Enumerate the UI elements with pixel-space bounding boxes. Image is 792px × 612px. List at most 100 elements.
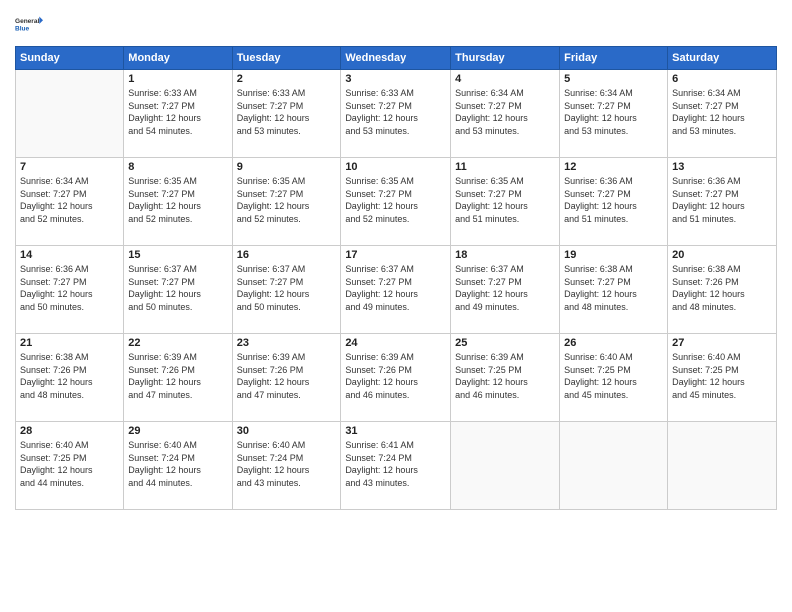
calendar-cell: 8 Sunrise: 6:35 AM Sunset: 7:27 PM Daylig… — [124, 158, 232, 246]
day-info: Sunrise: 6:38 AM Sunset: 7:27 PM Dayligh… — [564, 263, 663, 313]
day-number: 23 — [237, 337, 337, 349]
weekday-header: Thursday — [451, 47, 560, 70]
calendar-week-row: 28Sunrise: 6:40 AM Sunset: 7:25 PM Dayli… — [16, 422, 777, 510]
calendar-cell: 24Sunrise: 6:39 AM Sunset: 7:26 PM Dayli… — [341, 334, 451, 422]
calendar-cell: 2 Sunrise: 6:33 AM Sunset: 7:27 PM Daylig… — [232, 70, 341, 158]
day-info: Sunrise: 6:39 AM Sunset: 7:26 PM Dayligh… — [237, 351, 337, 401]
calendar-cell: 18 Sunrise: 6:37 AM Sunset: 7:27 PM Dayli… — [451, 246, 560, 334]
day-number: 28 — [20, 425, 119, 437]
day-info: Sunrise: 6:36 AM Sunset: 7:27 PM Dayligh… — [672, 175, 772, 225]
day-number: 2 — [237, 73, 337, 85]
day-number: 9 — [237, 161, 337, 173]
calendar-cell: 10 Sunrise: 6:35 AM Sunset: 7:27 PM Dayli… — [341, 158, 451, 246]
calendar-cell: 12 Sunrise: 6:36 AM Sunset: 7:27 PM Dayli… — [560, 158, 668, 246]
day-info: Sunrise: 6:34 AM Sunset: 7:27 PM Dayligh… — [672, 87, 772, 137]
calendar-cell: 23 Sunrise: 6:39 AM Sunset: 7:26 PM Dayli… — [232, 334, 341, 422]
day-info: Sunrise: 6:33 AM Sunset: 7:27 PM Dayligh… — [237, 87, 337, 137]
day-info: Sunrise: 6:35 AM Sunset: 7:27 PM Dayligh… — [345, 175, 446, 225]
day-info: Sunrise: 6:36 AM Sunset: 7:27 PM Dayligh… — [20, 263, 119, 313]
day-number: 19 — [564, 249, 663, 261]
calendar-cell: 28Sunrise: 6:40 AM Sunset: 7:25 PM Dayli… — [16, 422, 124, 510]
weekday-header: Monday — [124, 47, 232, 70]
weekday-header: Sunday — [16, 47, 124, 70]
day-number: 30 — [237, 425, 337, 437]
calendar-cell: 25 Sunrise: 6:39 AM Sunset: 7:25 PM Dayli… — [451, 334, 560, 422]
day-info: Sunrise: 6:39 AM Sunset: 7:26 PM Dayligh… — [345, 351, 446, 401]
day-number: 27 — [672, 337, 772, 349]
day-number: 13 — [672, 161, 772, 173]
svg-text:General: General — [15, 18, 39, 25]
day-number: 21 — [20, 337, 119, 349]
day-number: 17 — [345, 249, 446, 261]
calendar-table: SundayMondayTuesdayWednesdayThursdayFrid… — [15, 46, 777, 510]
logo-icon: GeneralBlue — [15, 10, 43, 38]
day-info: Sunrise: 6:40 AM Sunset: 7:25 PM Dayligh… — [672, 351, 772, 401]
day-number: 31 — [345, 425, 446, 437]
calendar-cell — [451, 422, 560, 510]
calendar-cell: 20Sunrise: 6:38 AM Sunset: 7:26 PM Dayli… — [668, 246, 777, 334]
calendar-week-row: 7 Sunrise: 6:34 AM Sunset: 7:27 PM Daylig… — [16, 158, 777, 246]
day-info: Sunrise: 6:34 AM Sunset: 7:27 PM Dayligh… — [455, 87, 555, 137]
day-info: Sunrise: 6:41 AM Sunset: 7:24 PM Dayligh… — [345, 439, 446, 489]
day-info: Sunrise: 6:39 AM Sunset: 7:25 PM Dayligh… — [455, 351, 555, 401]
day-info: Sunrise: 6:37 AM Sunset: 7:27 PM Dayligh… — [345, 263, 446, 313]
calendar-cell: 13 Sunrise: 6:36 AM Sunset: 7:27 PM Dayli… — [668, 158, 777, 246]
day-number: 14 — [20, 249, 119, 261]
logo: GeneralBlue — [15, 10, 43, 38]
day-info: Sunrise: 6:37 AM Sunset: 7:27 PM Dayligh… — [237, 263, 337, 313]
calendar-cell: 15Sunrise: 6:37 AM Sunset: 7:27 PM Dayli… — [124, 246, 232, 334]
day-number: 8 — [128, 161, 227, 173]
page-header: GeneralBlue — [15, 10, 777, 38]
calendar-cell: 22 Sunrise: 6:39 AM Sunset: 7:26 PM Dayli… — [124, 334, 232, 422]
calendar-cell: 21 Sunrise: 6:38 AM Sunset: 7:26 PM Dayli… — [16, 334, 124, 422]
calendar-cell — [16, 70, 124, 158]
day-info: Sunrise: 6:36 AM Sunset: 7:27 PM Dayligh… — [564, 175, 663, 225]
day-number: 12 — [564, 161, 663, 173]
calendar-cell: 30 Sunrise: 6:40 AM Sunset: 7:24 PM Dayli… — [232, 422, 341, 510]
calendar-week-row: 21 Sunrise: 6:38 AM Sunset: 7:26 PM Dayli… — [16, 334, 777, 422]
day-info: Sunrise: 6:34 AM Sunset: 7:27 PM Dayligh… — [564, 87, 663, 137]
day-number: 4 — [455, 73, 555, 85]
day-info: Sunrise: 6:35 AM Sunset: 7:27 PM Dayligh… — [455, 175, 555, 225]
day-info: Sunrise: 6:39 AM Sunset: 7:26 PM Dayligh… — [128, 351, 227, 401]
day-number: 10 — [345, 161, 446, 173]
calendar-cell: 3Sunrise: 6:33 AM Sunset: 7:27 PM Daylig… — [341, 70, 451, 158]
day-info: Sunrise: 6:35 AM Sunset: 7:27 PM Dayligh… — [128, 175, 227, 225]
day-number: 25 — [455, 337, 555, 349]
day-number: 6 — [672, 73, 772, 85]
calendar-cell: 16 Sunrise: 6:37 AM Sunset: 7:27 PM Dayli… — [232, 246, 341, 334]
weekday-header: Wednesday — [341, 47, 451, 70]
day-number: 5 — [564, 73, 663, 85]
day-info: Sunrise: 6:37 AM Sunset: 7:27 PM Dayligh… — [455, 263, 555, 313]
day-number: 20 — [672, 249, 772, 261]
calendar-cell: 1 Sunrise: 6:33 AM Sunset: 7:27 PM Daylig… — [124, 70, 232, 158]
calendar-cell: 11Sunrise: 6:35 AM Sunset: 7:27 PM Dayli… — [451, 158, 560, 246]
svg-text:Blue: Blue — [15, 26, 29, 33]
calendar-cell — [668, 422, 777, 510]
day-number: 1 — [128, 73, 227, 85]
calendar-week-row: 14 Sunrise: 6:36 AM Sunset: 7:27 PM Dayli… — [16, 246, 777, 334]
day-info: Sunrise: 6:34 AM Sunset: 7:27 PM Dayligh… — [20, 175, 119, 225]
calendar-cell: 5 Sunrise: 6:34 AM Sunset: 7:27 PM Daylig… — [560, 70, 668, 158]
weekday-header-row: SundayMondayTuesdayWednesdayThursdayFrid… — [16, 47, 777, 70]
day-number: 3 — [345, 73, 446, 85]
day-number: 18 — [455, 249, 555, 261]
calendar-cell: 14 Sunrise: 6:36 AM Sunset: 7:27 PM Dayli… — [16, 246, 124, 334]
day-info: Sunrise: 6:33 AM Sunset: 7:27 PM Dayligh… — [128, 87, 227, 137]
day-number: 15 — [128, 249, 227, 261]
calendar-cell: 6 Sunrise: 6:34 AM Sunset: 7:27 PM Daylig… — [668, 70, 777, 158]
day-number: 29 — [128, 425, 227, 437]
weekday-header: Saturday — [668, 47, 777, 70]
calendar-cell: 4 Sunrise: 6:34 AM Sunset: 7:27 PM Daylig… — [451, 70, 560, 158]
day-info: Sunrise: 6:40 AM Sunset: 7:25 PM Dayligh… — [564, 351, 663, 401]
day-info: Sunrise: 6:38 AM Sunset: 7:26 PM Dayligh… — [20, 351, 119, 401]
calendar-week-row: 1 Sunrise: 6:33 AM Sunset: 7:27 PM Daylig… — [16, 70, 777, 158]
day-number: 22 — [128, 337, 227, 349]
day-info: Sunrise: 6:40 AM Sunset: 7:24 PM Dayligh… — [237, 439, 337, 489]
weekday-header: Tuesday — [232, 47, 341, 70]
calendar-cell: 17 Sunrise: 6:37 AM Sunset: 7:27 PM Dayli… — [341, 246, 451, 334]
day-info: Sunrise: 6:40 AM Sunset: 7:24 PM Dayligh… — [128, 439, 227, 489]
calendar-cell: 31 Sunrise: 6:41 AM Sunset: 7:24 PM Dayli… — [341, 422, 451, 510]
day-number: 16 — [237, 249, 337, 261]
day-number: 7 — [20, 161, 119, 173]
